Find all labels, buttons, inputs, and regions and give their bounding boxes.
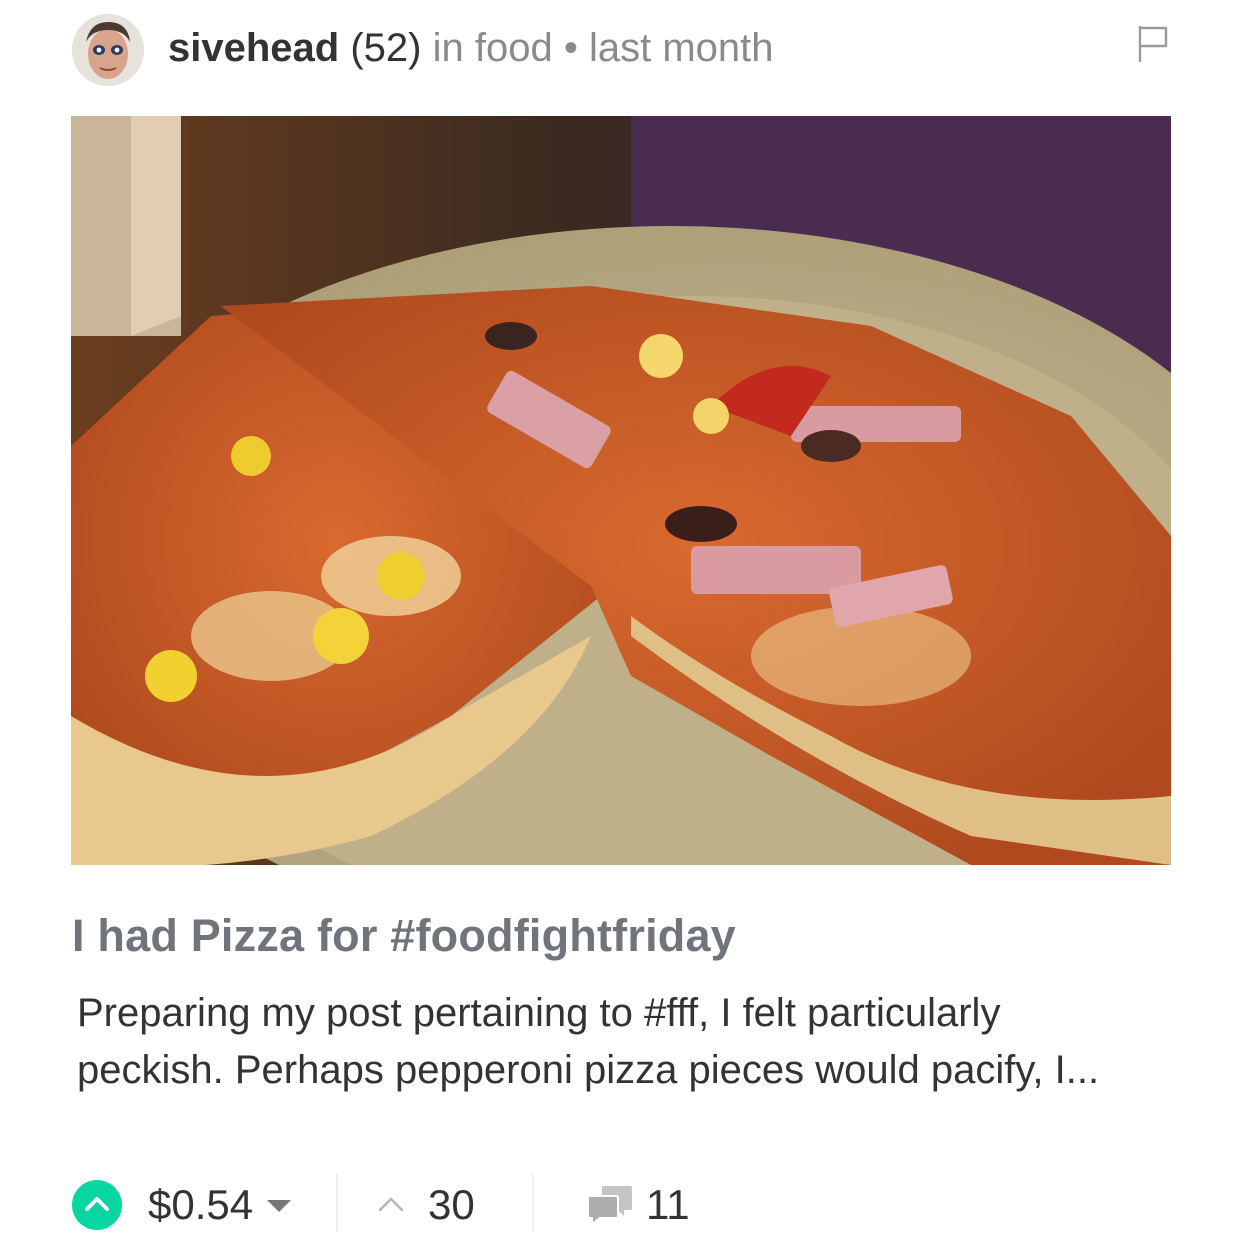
chevron-up-icon <box>85 1197 109 1211</box>
pizza-photo <box>71 116 1171 865</box>
post-title[interactable]: I had Pizza for #foodfightfriday <box>72 910 736 962</box>
caret-down-icon <box>267 1199 292 1212</box>
flag-icon[interactable] <box>1136 22 1172 66</box>
author-link[interactable]: sivehead <box>168 26 339 70</box>
post-meta: sivehead (52) in food • last month <box>168 24 774 72</box>
comments-button[interactable]: 11 <box>586 1180 690 1230</box>
post-excerpt[interactable]: Preparing my post pertaining to #fff, I … <box>77 985 1157 1099</box>
avatar[interactable] <box>72 14 144 86</box>
post-image[interactable] <box>71 116 1171 865</box>
avatar-image <box>72 14 144 86</box>
voters-button[interactable]: 30 <box>376 1180 475 1230</box>
author-reputation: (52) <box>350 26 422 70</box>
payout-dropdown[interactable]: $0.54 <box>148 1180 292 1230</box>
post-header: sivehead (52) in food • last month <box>72 12 1172 88</box>
upvote-button[interactable] <box>72 1180 122 1230</box>
divider <box>336 1174 338 1232</box>
category-link[interactable]: in food <box>433 26 553 70</box>
comments-count: 11 <box>646 1181 690 1228</box>
divider <box>532 1174 534 1232</box>
up-arrow-icon <box>378 1197 404 1212</box>
votes-count: 30 <box>428 1181 475 1228</box>
meta-separator: • <box>563 26 578 70</box>
post-time[interactable]: last month <box>589 26 774 70</box>
comments-icon <box>587 1185 632 1226</box>
payout-value: $0.54 <box>148 1181 254 1228</box>
post-footer: $0.54 30 11 <box>72 1172 1172 1236</box>
